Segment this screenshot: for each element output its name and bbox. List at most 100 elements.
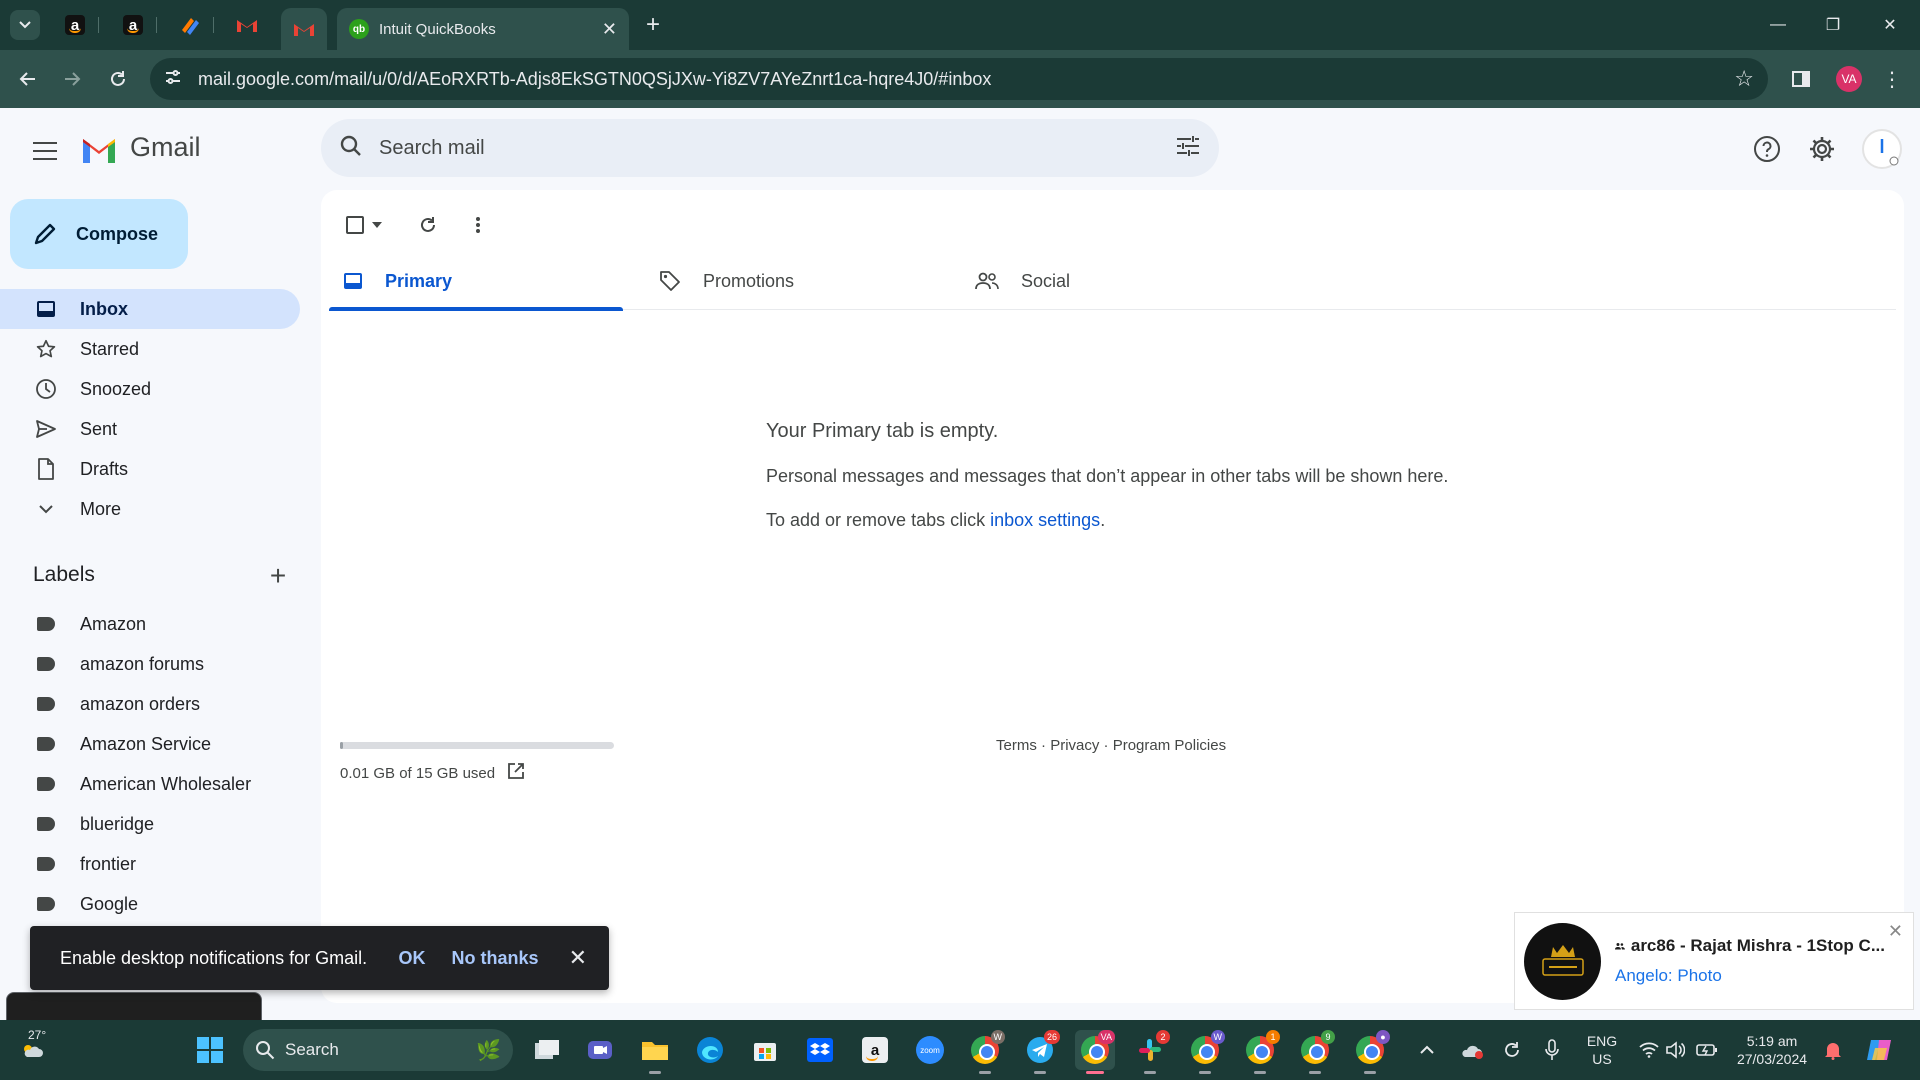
reload-button[interactable] xyxy=(103,64,133,94)
taskbar-app-telegram[interactable]: 26 xyxy=(1020,1030,1060,1074)
more-actions-button[interactable] xyxy=(463,210,493,240)
no-thanks-button[interactable]: No thanks xyxy=(452,948,539,969)
desktop-notification-toast[interactable]: arc86 - Rajat Mishra - 1Stop C... Angelo… xyxy=(1514,912,1914,1010)
create-label-button[interactable]: + xyxy=(264,560,292,592)
search-input[interactable] xyxy=(379,136,1175,160)
sync-tray[interactable] xyxy=(1497,1030,1527,1070)
tab-search-button[interactable] xyxy=(10,10,40,40)
search-options-icon[interactable] xyxy=(1175,134,1201,163)
bookmark-star-icon[interactable]: ☆ xyxy=(1734,66,1754,92)
main-menu-button[interactable] xyxy=(30,138,60,162)
select-all-checkbox[interactable] xyxy=(341,210,387,240)
label-name: frontier xyxy=(80,853,137,874)
battery-tray[interactable] xyxy=(1692,1030,1722,1070)
side-panel-button[interactable] xyxy=(1786,64,1816,94)
profile-button[interactable]: VA xyxy=(1834,64,1864,94)
browser-menu-button[interactable]: ⋮ xyxy=(1880,64,1904,94)
taskbar-app-chrome-9[interactable]: 9 xyxy=(1295,1030,1335,1074)
program-policies-link[interactable]: Program Policies xyxy=(1113,737,1226,754)
compose-button[interactable]: Compose xyxy=(10,199,188,269)
task-view-button[interactable] xyxy=(527,1030,567,1070)
windows-taskbar: 27° Search 🌿 a zoom W 26 VA 2 W 1 9 ● EN… xyxy=(0,1020,1920,1080)
gmail-logo[interactable]: Gmail xyxy=(80,132,201,163)
taskbar-app-store[interactable] xyxy=(745,1030,785,1070)
settings-button[interactable] xyxy=(1806,133,1838,165)
forward-button[interactable] xyxy=(57,64,87,94)
sidebar-item-sent[interactable]: Sent xyxy=(0,409,300,449)
volume-tray[interactable] xyxy=(1660,1030,1690,1070)
label-item[interactable]: blueridge xyxy=(0,804,300,844)
taskbar-app-chrome-w2[interactable]: W xyxy=(1185,1030,1225,1074)
taskbar-app-chrome-1[interactable]: 1 xyxy=(1240,1030,1280,1074)
support-button[interactable] xyxy=(1751,133,1783,165)
label-item[interactable]: amazon orders xyxy=(0,684,300,724)
notifications-button[interactable] xyxy=(1818,1030,1848,1070)
tab-quickbooks[interactable]: qb Intuit QuickBooks ✕ xyxy=(337,8,629,50)
search-bar[interactable] xyxy=(321,119,1219,177)
label-item[interactable]: frontier xyxy=(0,844,300,884)
refresh-button[interactable] xyxy=(413,210,443,240)
side-panel-icon xyxy=(1792,71,1810,87)
restore-button[interactable]: ❐ xyxy=(1813,8,1853,42)
taskbar-app-slack[interactable]: 2 xyxy=(1130,1030,1170,1074)
pinned-tab-gmail-2[interactable] xyxy=(281,8,327,50)
label-item[interactable]: Amazon Service xyxy=(0,724,300,764)
tab-promotions[interactable]: Promotions xyxy=(645,252,939,310)
address-bar[interactable]: mail.google.com/mail/u/0/d/AEoRXRTb-Adjs… xyxy=(150,58,1768,100)
language-indicator[interactable]: ENG US xyxy=(1580,1032,1624,1068)
sidebar-item-label: Sent xyxy=(80,418,118,439)
inbox-settings-link[interactable]: inbox settings xyxy=(990,510,1100,530)
sidebar-item-snoozed[interactable]: Snoozed xyxy=(0,369,300,409)
taskbar-app-chrome-va[interactable]: VA xyxy=(1075,1030,1115,1074)
zoom-icon: zoom xyxy=(916,1036,944,1064)
pinned-tab-gmail-1[interactable] xyxy=(224,8,270,42)
terms-link[interactable]: Terms xyxy=(996,737,1037,754)
onedrive-tray[interactable] xyxy=(1457,1030,1487,1070)
taskbar-app-amazon[interactable]: a xyxy=(855,1030,895,1070)
sidebar-item-more[interactable]: More xyxy=(0,489,300,529)
clock[interactable]: 5:19 am 27/03/2024 xyxy=(1730,1032,1814,1068)
close-icon[interactable]: ✕ xyxy=(1888,921,1903,942)
ok-button[interactable]: OK xyxy=(399,948,426,969)
label-item[interactable]: Amazon xyxy=(0,604,300,644)
taskbar-search[interactable]: Search 🌿 xyxy=(243,1029,513,1071)
pinned-tab-amazon-2[interactable]: a xyxy=(110,8,157,42)
sidebar-item-inbox[interactable]: Inbox xyxy=(0,289,300,329)
new-tab-button[interactable]: + xyxy=(640,11,666,38)
taskbar-app-chrome-w[interactable]: W xyxy=(965,1030,1005,1074)
pinned-tab-app[interactable] xyxy=(167,8,214,42)
chat-panel-stub[interactable] xyxy=(6,992,262,1022)
taskbar-app-teams[interactable] xyxy=(580,1030,620,1070)
close-icon[interactable]: ✕ xyxy=(569,945,587,971)
privacy-link[interactable]: Privacy xyxy=(1050,737,1099,754)
label-name: blueridge xyxy=(80,813,155,834)
account-avatar[interactable] xyxy=(1862,129,1902,169)
taskbar-app-chrome-person[interactable]: ● xyxy=(1350,1030,1390,1074)
main-panel: Primary Promotions Social Your Primary t… xyxy=(321,190,1904,1003)
settings-hint-suffix: . xyxy=(1100,510,1106,530)
pinned-tab-amazon-1[interactable]: a xyxy=(52,8,99,42)
tab-primary[interactable]: Primary xyxy=(329,252,623,311)
copilot-button[interactable] xyxy=(1862,1030,1898,1070)
close-tab-icon[interactable]: ✕ xyxy=(602,19,617,40)
taskbar-app-edge[interactable] xyxy=(690,1030,730,1070)
label-item[interactable]: American Wholesaler xyxy=(0,764,300,804)
sidebar-item-drafts[interactable]: Drafts xyxy=(0,449,300,489)
site-info-icon[interactable] xyxy=(164,68,198,91)
open-in-new-icon[interactable] xyxy=(507,762,525,784)
close-window-button[interactable]: ✕ xyxy=(1870,8,1910,42)
taskbar-app-dropbox[interactable] xyxy=(800,1030,840,1070)
microphone-tray[interactable] xyxy=(1537,1030,1567,1070)
taskbar-app-file-explorer[interactable] xyxy=(635,1030,675,1074)
label-item[interactable]: Google xyxy=(0,884,300,924)
sidebar-item-starred[interactable]: Starred xyxy=(0,329,300,369)
back-button[interactable] xyxy=(13,64,43,94)
start-button[interactable] xyxy=(190,1030,230,1070)
show-hidden-icons-button[interactable] xyxy=(1412,1030,1442,1070)
search-icon[interactable] xyxy=(339,134,369,163)
weather-widget[interactable]: 27° xyxy=(10,1028,54,1070)
tab-social[interactable]: Social xyxy=(961,252,1255,310)
taskbar-app-zoom[interactable]: zoom xyxy=(910,1030,950,1070)
label-item[interactable]: amazon forums xyxy=(0,644,300,684)
minimize-button[interactable]: — xyxy=(1758,8,1798,42)
